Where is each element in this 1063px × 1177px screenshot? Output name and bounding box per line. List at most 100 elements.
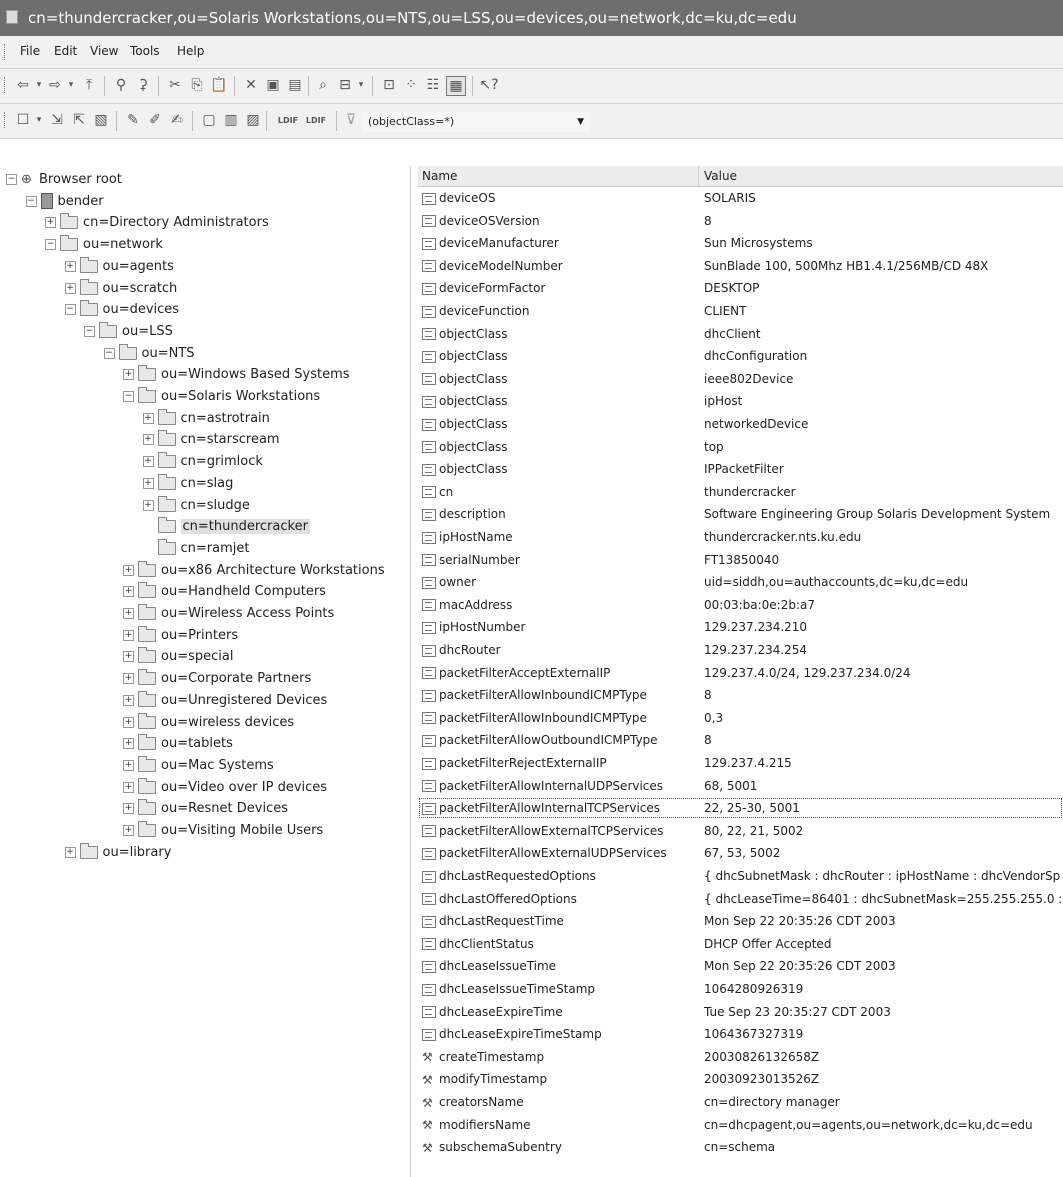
tree-node[interactable]: + ou=agents	[64, 256, 174, 278]
disconnect-icon[interactable]: ⚳	[134, 76, 152, 94]
expand-icon[interactable]: +	[123, 759, 134, 771]
tree-node[interactable]: − ou=NTS	[103, 343, 195, 365]
expand-icon[interactable]: +	[123, 716, 134, 728]
table-row[interactable]: deviceFunction CLIENT	[418, 300, 1063, 322]
expand-icon[interactable]: +	[123, 586, 134, 598]
table-row[interactable]: ⚒ createTimestamp 20030826132658Z	[418, 1046, 1063, 1068]
menu-help[interactable]: Help	[177, 44, 204, 58]
menu-edit[interactable]: Edit	[54, 44, 77, 58]
table-row[interactable]: objectClass dhcClient	[418, 323, 1063, 345]
menu-view[interactable]: View	[90, 44, 118, 58]
table-row[interactable]: dhcLeaseIssueTimeStamp 1064280926319	[418, 978, 1063, 1000]
expand-icon[interactable]: +	[64, 846, 76, 858]
connect-icon[interactable]: ⚲	[112, 76, 130, 94]
edit-ldif-icon[interactable]: ✍	[168, 111, 186, 129]
copy-icon[interactable]: ⎘	[188, 76, 206, 94]
table-row[interactable]: deviceModelNumber SunBlade 100, 500Mhz HB…	[418, 255, 1063, 277]
expand-icon[interactable]: +	[123, 803, 134, 815]
table-row[interactable]: objectClass networkedDevice	[418, 413, 1063, 435]
edit-attributes-icon[interactable]: ✐	[146, 111, 164, 129]
table-row[interactable]: objectClass IPPacketFilter	[418, 458, 1063, 480]
tree-node[interactable]: − ou=network	[45, 234, 163, 256]
filter-combobox[interactable]: (objectClass=*) ▼	[362, 112, 590, 132]
tree-node[interactable]: + ou=scratch	[64, 278, 177, 300]
expand-icon[interactable]: +	[123, 673, 134, 685]
filter-icon[interactable]: ⊽	[342, 111, 360, 129]
table-row[interactable]: packetFilterAllowInboundICMPType 0,3	[418, 707, 1063, 729]
column-header-name[interactable]: Name	[422, 169, 457, 183]
tree-node[interactable]: + ou=Corporate Partners	[123, 668, 311, 690]
table-row[interactable]: deviceManufacturer Sun Microsystems	[418, 232, 1063, 254]
expand-icon[interactable]: +	[142, 456, 154, 468]
table-row[interactable]: ⚒ creatorsName cn=directory manager	[418, 1091, 1063, 1113]
tree-node[interactable]: cn=ramjet	[143, 538, 249, 560]
table-row[interactable]: dhcLeaseIssueTime Mon Sep 22 20:35:26 CDT…	[418, 955, 1063, 977]
search-icon[interactable]: ▨	[244, 111, 262, 129]
forward-dropdown-icon[interactable]: ▾	[62, 76, 80, 94]
expand-icon[interactable]: +	[123, 738, 134, 750]
table-row[interactable]: packetFilterAcceptExternalIP 129.237.4.0/…	[418, 662, 1063, 684]
tree-node[interactable]: + ou=Printers	[123, 625, 238, 647]
table-row[interactable]: dhcLeaseExpireTime Tue Sep 23 20:35:27 CD…	[418, 1001, 1063, 1023]
table-row[interactable]: dhcClientStatus DHCP Offer Accepted	[418, 933, 1063, 955]
tree-node[interactable]: + ou=library	[64, 842, 171, 864]
tree-node[interactable]: + ou=Unregistered Devices	[123, 690, 327, 712]
ldif-import-icon[interactable]: LDIF	[276, 111, 300, 129]
expand-icon[interactable]: +	[64, 260, 76, 272]
list-view-icon[interactable]: ☷	[424, 76, 442, 94]
help-pointer-icon[interactable]: ↖?	[479, 76, 498, 94]
table-row[interactable]: packetFilterAllowOutboundICMPType 8	[418, 729, 1063, 751]
table-row[interactable]: macAddress 00:03:ba:0e:2b:a7	[418, 594, 1063, 616]
table-row[interactable]: deviceFormFactor DESKTOP	[418, 277, 1063, 299]
table-row[interactable]: packetFilterRejectExternalIP 129.237.4.21…	[418, 752, 1063, 774]
table-row[interactable]: packetFilterAllowExternalTCPServices 80, …	[418, 820, 1063, 842]
view-dropdown-icon[interactable]: ▾	[352, 76, 370, 94]
expand-icon[interactable]: +	[123, 825, 134, 836]
tree-node[interactable]: + cn=Directory Administrators	[45, 212, 269, 234]
small-icons-icon[interactable]: ⁘	[402, 76, 420, 94]
refresh-icon[interactable]: ▥	[222, 111, 240, 129]
expand-icon[interactable]: +	[123, 608, 134, 619]
table-row[interactable]: ⚒ modifiersName cn=dhcpagent,ou=agents,ou=…	[418, 1114, 1063, 1136]
tree-node[interactable]: cn=thundercracker	[143, 516, 310, 538]
tree-node[interactable]: + ou=Handheld Computers	[123, 581, 326, 603]
tree-node[interactable]: + cn=starscream	[142, 429, 280, 451]
ldif-export-icon[interactable]: LDIF	[304, 111, 328, 129]
table-row[interactable]: dhcLastOfferedOptions { dhcLeaseTime=8640…	[418, 888, 1063, 910]
tree-node[interactable]: + ou=wireless devices	[123, 712, 294, 734]
table-row[interactable]: dhcRouter 129.237.234.254	[418, 639, 1063, 661]
expand-icon[interactable]: +	[123, 781, 134, 793]
expand-icon[interactable]: +	[123, 629, 134, 641]
tree-node[interactable]: + ou=Windows Based Systems	[123, 364, 350, 386]
table-row[interactable]: description Software Engineering Group So…	[418, 503, 1063, 525]
table-row[interactable]: dhcLastRequestedOptions { dhcSubnetMask :…	[418, 865, 1063, 887]
tree-node[interactable]: + ou=Mac Systems	[123, 755, 274, 777]
tree-node[interactable]: − ou=devices	[64, 299, 179, 321]
edit-entry-icon[interactable]: ✎	[124, 111, 142, 129]
menu-file[interactable]: File	[20, 44, 40, 58]
table-row[interactable]: objectClass ieee802Device	[418, 368, 1063, 390]
rename-entry-icon[interactable]: ▧	[92, 111, 110, 129]
table-row[interactable]: packetFilterAllowExternalUDPServices 67, …	[418, 842, 1063, 864]
properties-sheet-icon[interactable]: ▤	[286, 76, 304, 94]
table-row[interactable]: objectClass top	[418, 436, 1063, 458]
tree-node[interactable]: − ⊕ Browser root	[6, 169, 122, 191]
table-row[interactable]: dhcLeaseExpireTimeStamp 1064367327319	[418, 1023, 1063, 1045]
directory-tree[interactable]: − ⊕ Browser root − bender + cn=Directory Admin…	[0, 166, 411, 1177]
tree-node[interactable]: − ou=LSS	[84, 321, 173, 343]
collapse-icon[interactable]: −	[103, 347, 115, 359]
paste-icon[interactable]: 📋	[210, 76, 228, 94]
tree-node[interactable]: + cn=astrotrain	[142, 408, 270, 430]
table-row[interactable]: owner uid=siddh,ou=authaccounts,dc=ku,dc=…	[418, 571, 1063, 593]
expand-icon[interactable]: +	[123, 564, 134, 576]
tree-node[interactable]: + ou=Resnet Devices	[123, 798, 288, 820]
table-row[interactable]: cn thundercracker	[418, 481, 1063, 503]
large-icons-icon[interactable]: ⊡	[380, 76, 398, 94]
delete-icon[interactable]: ✕	[242, 76, 260, 94]
expand-icon[interactable]: +	[123, 651, 134, 663]
properties-icon[interactable]: ▣	[264, 76, 282, 94]
move-entry-icon[interactable]: ⇲	[48, 111, 66, 129]
tree-node[interactable]: − bender	[25, 191, 104, 213]
expand-icon[interactable]: +	[142, 434, 154, 446]
menu-tools[interactable]: Tools	[130, 44, 160, 58]
